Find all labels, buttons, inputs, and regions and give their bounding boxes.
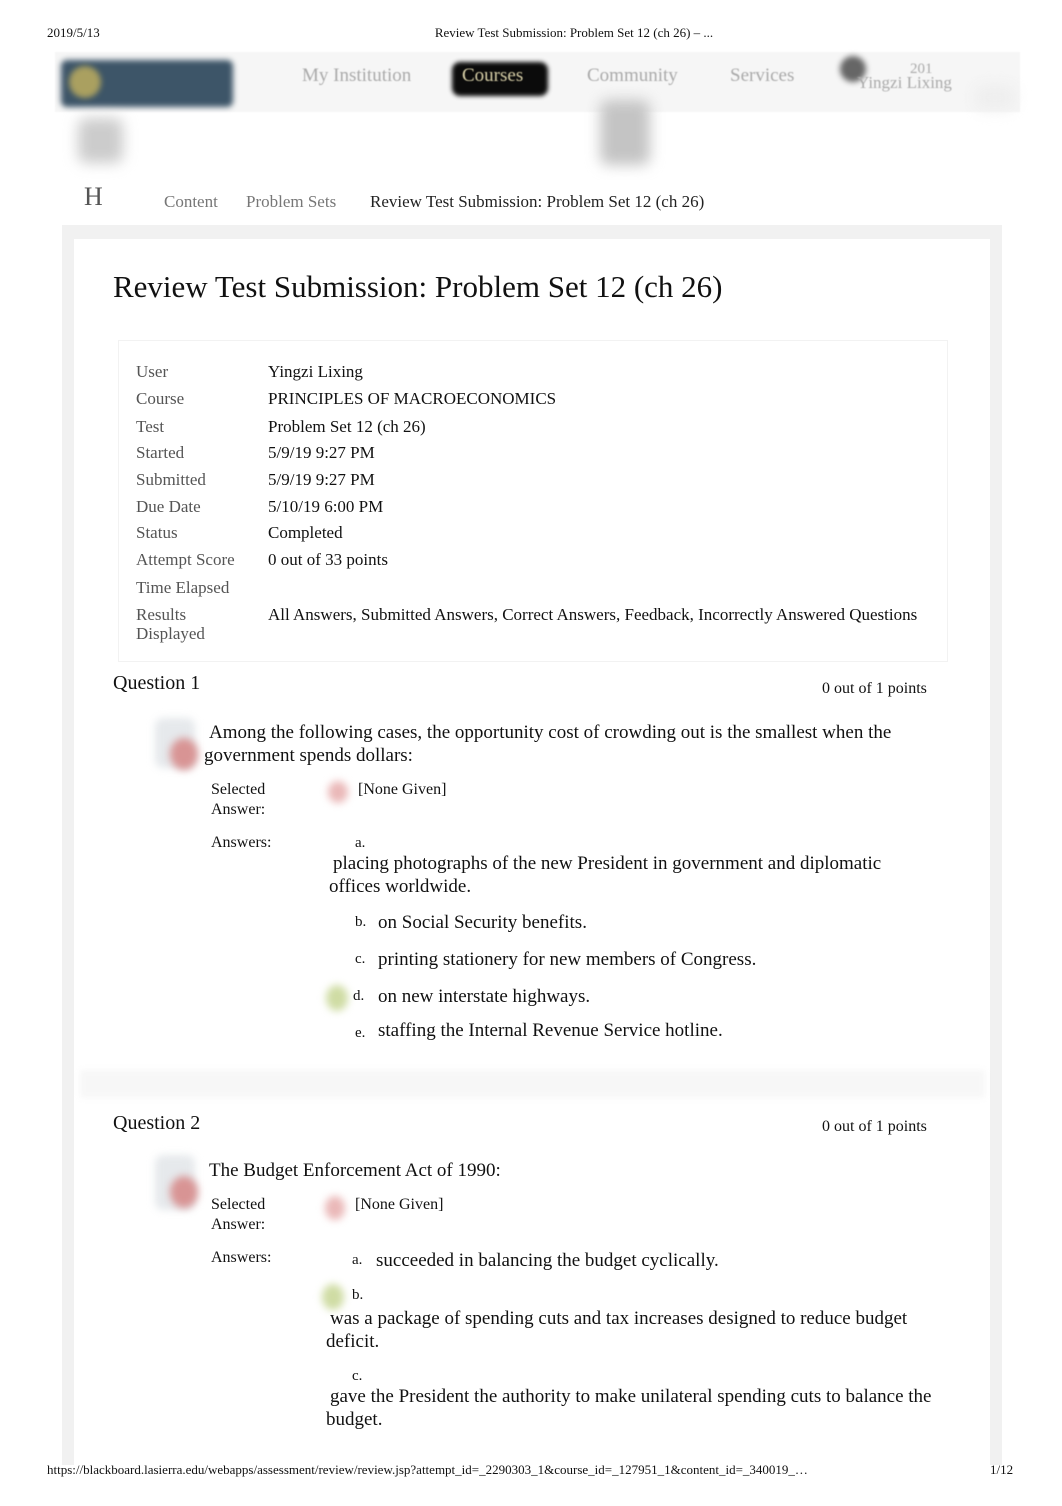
nav-my-institution[interactable]: My Institution (302, 65, 411, 87)
selected-answer-label: Selected Answer: (211, 781, 266, 818)
answer-letter: c. (352, 1368, 363, 1384)
detail-label: Due Date (136, 497, 201, 516)
breadcrumb-problem-sets[interactable]: Problem Sets (246, 192, 336, 212)
question-text: The Budget Enforcement Act of 1990: (209, 1160, 501, 1181)
nav-community[interactable]: Community (587, 65, 678, 87)
print-title: Review Test Submission: Problem Set 12 (… (434, 25, 714, 40)
answer-letter: a. (352, 1252, 363, 1268)
answer-option: succeeded in balancing the budget cyclic… (376, 1250, 719, 1271)
breadcrumb-content[interactable]: Content (164, 192, 218, 212)
selected-answer-label: Selected Answer: (211, 1196, 266, 1233)
detail-value: 5/9/19 9:27 PM (268, 443, 375, 462)
detail-label: User (136, 362, 169, 381)
answer-option-correct: on new interstate highways. (378, 986, 591, 1007)
nav-services[interactable]: Services (730, 65, 794, 87)
detail-label: Submitted (136, 470, 206, 489)
blurred-menu-icon (78, 118, 123, 163)
detail-value: PRINCIPLES OF MACROECONOMICS (268, 389, 557, 408)
detail-value: 5/10/19 6:00 PM (268, 497, 384, 516)
blurred-logout-icon (975, 85, 1015, 110)
answer-option: placing photographs of the new President… (329, 853, 882, 897)
answer-letter: e. (355, 1025, 366, 1041)
question-points: 0 out of 1 points (822, 680, 927, 697)
detail-value: Problem Set 12 (ch 26) (268, 417, 426, 436)
page-title: Review Test Submission: Problem Set 12 (… (113, 269, 723, 304)
selected-incorrect-icon (325, 1196, 345, 1220)
answer-letter: a. (355, 835, 366, 851)
course-menu-toggle[interactable]: H (84, 182, 103, 212)
detail-label: Started (136, 443, 185, 462)
logo-seal-icon (69, 66, 101, 98)
detail-label: Results Displayed (136, 605, 205, 643)
detail-value: 0 out of 33 points (268, 550, 388, 569)
print-header: 2019/5/13 Review Test Submission: Proble… (0, 25, 1062, 45)
page-number: 1/12 (990, 1462, 1014, 1477)
breadcrumb-current: Review Test Submission: Problem Set 12 (… (370, 192, 705, 211)
detail-label: Test (136, 417, 165, 436)
question-title: Question 2 (113, 1112, 201, 1134)
detail-label: Status (136, 523, 178, 542)
answer-option: printing stationery for new members of C… (378, 949, 757, 970)
answer-option: on Social Security benefits. (378, 912, 587, 933)
answers-label: Answers: (211, 834, 272, 851)
detail-label: Time Elapsed (136, 578, 230, 597)
answer-letter: b. (355, 914, 367, 930)
top-navigation: My Institution Courses Community Service… (55, 52, 1020, 112)
question-text: Among the following cases, the opportuni… (204, 722, 892, 766)
blurred-dropdown-indicator (600, 100, 650, 165)
incorrect-icon (170, 1176, 198, 1208)
selected-answer-value: [None Given] (358, 781, 447, 798)
user-menu[interactable]: Yingzi Lixing (857, 73, 952, 93)
incorrect-icon (170, 738, 198, 770)
submission-details: User Yingzi Lixing Course PRINCIPLES OF … (118, 340, 948, 662)
question-separator (80, 1070, 985, 1098)
selected-answer-value: [None Given] (355, 1196, 444, 1213)
nav-courses[interactable]: Courses (462, 65, 523, 87)
detail-label: Attempt Score (136, 550, 235, 569)
question-points: 0 out of 1 points (822, 1118, 927, 1135)
answer-option-correct: was a package of spending cuts and tax i… (326, 1308, 908, 1352)
correct-answer-icon (326, 985, 348, 1011)
detail-value: Yingzi Lixing (268, 362, 363, 381)
detail-value: All Answers, Submitted Answers, Correct … (268, 605, 918, 624)
selected-incorrect-icon (328, 781, 348, 803)
detail-value: Completed (268, 523, 343, 542)
answer-letter: b. (352, 1287, 364, 1303)
breadcrumb: H Content Problem Sets Review Test Submi… (68, 180, 1003, 222)
answer-letter: c. (355, 951, 366, 967)
detail-value: 5/9/19 9:27 PM (268, 470, 375, 489)
answers-label: Answers: (211, 1249, 272, 1266)
page-url: https://blackboard.lasierra.edu/webapps/… (47, 1462, 808, 1477)
question-title: Question 1 (113, 672, 201, 694)
answer-option: staffing the Internal Revenue Service ho… (378, 1020, 723, 1041)
detail-label: Course (136, 389, 185, 408)
answer-letter: d. (353, 988, 365, 1004)
answer-option: gave the President the authority to make… (326, 1386, 932, 1430)
